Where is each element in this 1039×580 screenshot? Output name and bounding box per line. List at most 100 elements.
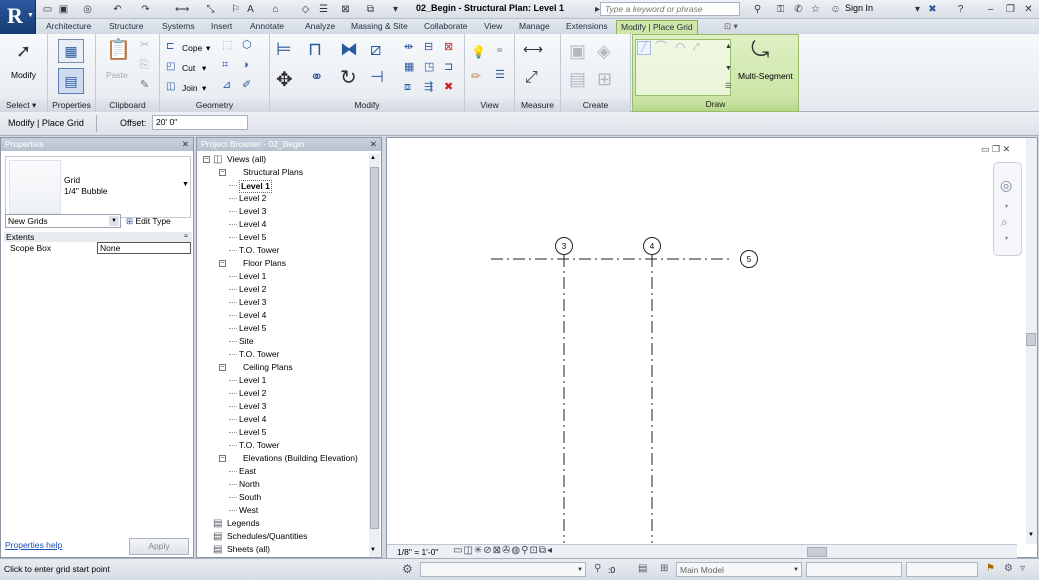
collapse-toggle-icon[interactable]: −: [219, 169, 226, 176]
browser-item[interactable]: Elevations (Building Elevation): [243, 453, 358, 464]
browser-item[interactable]: T.O. Tower: [239, 440, 279, 451]
browser-item[interactable]: Level 5: [239, 232, 266, 243]
browser-item[interactable]: T.O. Tower: [239, 245, 279, 256]
browser-item[interactable]: West: [239, 505, 258, 516]
select-dropdown[interactable]: Select ▾: [0, 99, 47, 112]
type-properties-icon[interactable]: ▦: [58, 39, 84, 63]
tab-extensions[interactable]: Extensions: [562, 20, 612, 34]
gallery-scroll-down-icon[interactable]: ▼: [725, 65, 732, 72]
hide-icon[interactable]: ⚭: [495, 46, 504, 57]
gallery-expand-icon[interactable]: ☰: [725, 83, 731, 90]
browser-item[interactable]: Floor Plans: [243, 258, 286, 269]
zoom-icon[interactable]: ⌕: [1001, 215, 1008, 230]
tab-collaborate[interactable]: Collaborate: [420, 20, 471, 34]
copy-icon[interactable]: ⎘: [140, 60, 149, 71]
browser-item[interactable]: Legends: [227, 518, 260, 529]
canvas-vertical-scrollbar[interactable]: ▼: [1026, 138, 1037, 544]
cut-button[interactable]: Cut: [182, 63, 195, 73]
collapse-toggle-icon[interactable]: −: [219, 455, 226, 462]
match-type-icon[interactable]: ✎: [140, 80, 149, 91]
browser-item[interactable]: Level 3: [239, 297, 266, 308]
browser-item[interactable]: Level 4: [239, 414, 266, 425]
browser-scrollbar[interactable]: ▲ ▼: [369, 153, 380, 557]
join-button[interactable]: Join: [182, 83, 198, 93]
measure-distance-icon[interactable]: ⟷: [523, 42, 543, 56]
browser-item[interactable]: Level 3: [239, 401, 266, 412]
delete-icon[interactable]: ✖: [444, 82, 453, 93]
collapse-toggle-icon[interactable]: −: [219, 260, 226, 267]
properties-help-link[interactable]: Properties help: [5, 540, 62, 550]
browser-item[interactable]: Level 5: [239, 323, 266, 334]
create-parts-icon[interactable]: ◈: [597, 42, 611, 60]
application-menu-button[interactable]: R ▼: [0, 0, 36, 34]
browser-item[interactable]: Ceiling Plans: [243, 362, 293, 373]
browser-item[interactable]: T.O. Tower: [239, 349, 279, 360]
scroll-down-icon[interactable]: ▼: [1028, 532, 1034, 538]
array-icon[interactable]: ▦: [404, 62, 414, 73]
scale-icon[interactable]: ◳: [424, 62, 434, 73]
text-icon[interactable]: A: [245, 3, 256, 16]
move-icon[interactable]: ✥: [276, 70, 293, 90]
edit-type-button[interactable]: ⊞ Edit Type: [126, 214, 190, 229]
thin-lines-icon[interactable]: ☰: [318, 3, 329, 16]
filter-icon[interactable]: ⚑: [986, 563, 995, 574]
scope-box-field[interactable]: None: [97, 242, 191, 254]
browser-scroll-thumb[interactable]: [370, 167, 379, 529]
tab-architecture[interactable]: Architecture: [42, 20, 95, 34]
browser-item[interactable]: East: [239, 466, 256, 477]
subscription-icon[interactable]: ⚿: [775, 3, 786, 16]
mirror-draw-icon[interactable]: ⧄: [370, 40, 381, 58]
aligned-dimension-icon[interactable]: ⤢: [525, 70, 538, 86]
cut-dropdown-icon[interactable]: ▾: [202, 63, 206, 74]
help-icon[interactable]: ?: [955, 3, 966, 16]
communication-icon[interactable]: ✆: [793, 3, 804, 16]
browser-item[interactable]: Level 4: [239, 219, 266, 230]
horizontal-scroll-thumb[interactable]: [807, 547, 827, 557]
browser-item[interactable]: Level 2: [239, 193, 266, 204]
cope-button[interactable]: Cope: [182, 43, 202, 53]
browser-item[interactable]: Level 1: [239, 180, 272, 193]
user-icon[interactable]: ☺: [830, 3, 841, 16]
scroll-up-icon[interactable]: ▲: [370, 155, 376, 161]
mirror-axis-icon[interactable]: ⧓: [340, 40, 358, 58]
type-selector[interactable]: Grid 1/4" Bubble ▼: [5, 156, 191, 218]
collapse-icon[interactable]: ≈: [184, 232, 188, 242]
cut-geometry-icon[interactable]: ◰: [166, 62, 175, 72]
view-scale[interactable]: 1/8" = 1'-0": [397, 547, 438, 557]
trim-single-icon[interactable]: ⇶: [424, 82, 433, 93]
browser-item[interactable]: Sheets (all): [227, 544, 270, 555]
filter-count-icon[interactable]: ▿: [1020, 563, 1025, 574]
properties-icon[interactable]: ▤: [58, 68, 84, 94]
tag-icon[interactable]: ⚐: [230, 3, 241, 16]
steering-wheel-icon[interactable]: ◎: [1000, 177, 1012, 194]
create-assembly-icon[interactable]: ▣: [569, 42, 586, 60]
drawing-canvas[interactable]: 3 4 5 ▭ ❐ ✕ ◎ ▾ ⌕ ▾ ▼ 1/8" = 1'-0" ▭◫✳⊘⊠…: [386, 137, 1038, 558]
design-options-icon[interactable]: ▤: [638, 563, 647, 574]
3d-view-icon[interactable]: ⌂: [270, 3, 281, 16]
browser-item[interactable]: North: [239, 479, 260, 490]
paste-button[interactable]: Paste: [106, 70, 128, 80]
worksharing-icon[interactable]: ⚙: [402, 562, 413, 576]
tab-massing-site[interactable]: Massing & Site: [347, 20, 412, 34]
section-icon[interactable]: ◇: [300, 3, 311, 16]
browser-item[interactable]: Level 4: [239, 310, 266, 321]
ribbon-minimize-icon[interactable]: ⊡ ▾: [720, 20, 742, 34]
sync-icon[interactable]: ◎: [82, 3, 93, 16]
close-hidden-icon[interactable]: ⊠: [340, 3, 351, 16]
tab-analyze[interactable]: Analyze: [301, 20, 339, 34]
exchange-apps-icon[interactable]: ✖: [927, 3, 938, 16]
copy-element-icon[interactable]: ⚭: [310, 70, 323, 86]
override-graphics-icon[interactable]: ✏: [471, 70, 481, 82]
main-model-icon[interactable]: ⊞: [660, 563, 668, 574]
offset-icon[interactable]: ⊓: [308, 40, 322, 58]
instance-filter-select[interactable]: New Grids ▼: [5, 214, 121, 228]
browser-item[interactable]: Schedules/Quantities: [227, 531, 307, 542]
multi-segment-icon[interactable]: ⤿: [751, 39, 769, 61]
tab-manage[interactable]: Manage: [515, 20, 554, 34]
lightbulb-icon[interactable]: 💡: [471, 46, 486, 58]
trim-extend-icon[interactable]: ⊣: [370, 70, 384, 86]
browser-item[interactable]: Level 5: [239, 427, 266, 438]
open-icon[interactable]: ▭: [42, 3, 53, 16]
close-icon[interactable]: ✕: [370, 138, 377, 151]
create-similar-icon[interactable]: ⊞: [597, 70, 612, 88]
